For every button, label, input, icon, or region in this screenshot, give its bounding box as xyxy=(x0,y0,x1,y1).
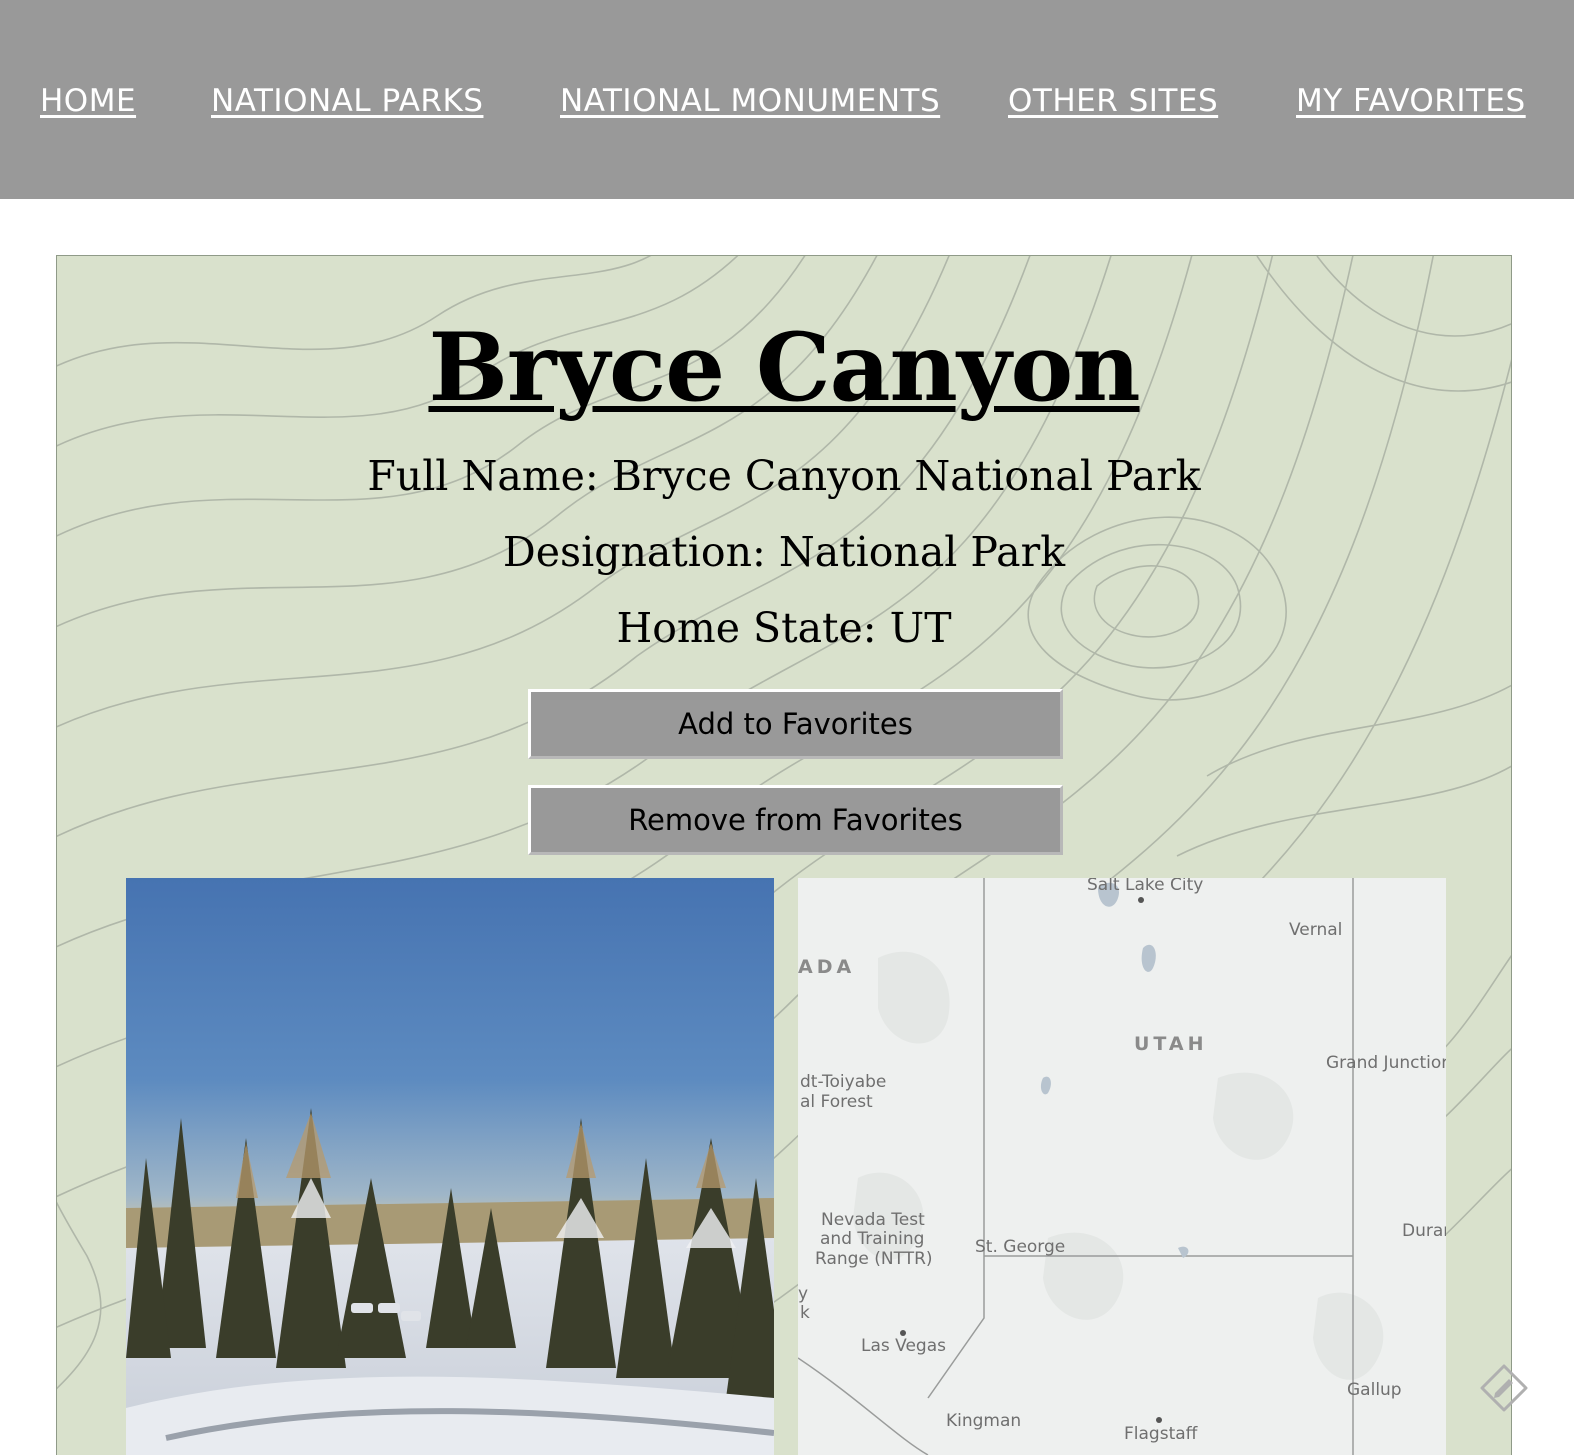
map-label-vernal: Vernal xyxy=(1289,920,1343,940)
map-label-and-training: and Training xyxy=(820,1229,925,1249)
map-label-las-vegas: Las Vegas xyxy=(861,1336,946,1356)
nav-other-sites-link[interactable]: OTHER SITES xyxy=(1008,80,1218,122)
remove-from-favorites-button[interactable]: Remove from Favorites xyxy=(528,785,1063,855)
map-label-flagstaff: Flagstaff xyxy=(1124,1424,1198,1444)
map-label-utah: UTAH xyxy=(1134,1033,1208,1055)
park-card: Bryce Canyon Full Name: Bryce Canyon Nat… xyxy=(56,255,1512,1455)
nav-national-parks-link[interactable]: NATIONAL PARKS xyxy=(211,80,483,122)
nav-my-favorites-link[interactable]: MY FAVORITES xyxy=(1296,80,1526,122)
map-label-kingman: Kingman xyxy=(946,1411,1022,1431)
map-label-nevada-test: Nevada Test xyxy=(821,1210,925,1230)
map-label-partial-k: k xyxy=(800,1303,810,1323)
nav-home-link[interactable]: HOME xyxy=(40,80,136,122)
map-label-salt-lake-city: Salt Lake City xyxy=(1087,878,1204,895)
park-home-state: Home State: UT xyxy=(616,604,952,652)
nav-national-monuments-link[interactable]: NATIONAL MONUMENTS xyxy=(560,80,940,122)
park-title: Bryce Canyon xyxy=(428,313,1140,423)
park-location-map[interactable]: Salt Lake City Vernal ADA UTAH Grand Jun… xyxy=(798,878,1446,1455)
map-label-toiyabe: dt-Toiyabe xyxy=(800,1072,887,1092)
map-label-partial-y: y xyxy=(798,1284,809,1304)
map-label-durango: Durar xyxy=(1402,1221,1446,1241)
map-label-nevada-partial: ADA xyxy=(798,956,856,978)
map-label-st-george: St. George xyxy=(975,1237,1066,1257)
park-full-name: Full Name: Bryce Canyon National Park xyxy=(367,452,1201,500)
map-label-range-nttr: Range (NTTR) xyxy=(815,1249,933,1269)
map-label-gallup: Gallup xyxy=(1347,1380,1402,1400)
top-nav: HOME NATIONAL PARKS NATIONAL MONUMENTS O… xyxy=(0,0,1574,199)
add-to-favorites-button[interactable]: Add to Favorites xyxy=(528,689,1063,759)
map-label-forest: al Forest xyxy=(800,1092,873,1112)
park-designation: Designation: National Park xyxy=(502,528,1066,576)
edit-icon[interactable] xyxy=(1478,1362,1530,1414)
park-photo xyxy=(126,878,774,1455)
map-label-grand-junction: Grand Junctior xyxy=(1326,1053,1446,1073)
